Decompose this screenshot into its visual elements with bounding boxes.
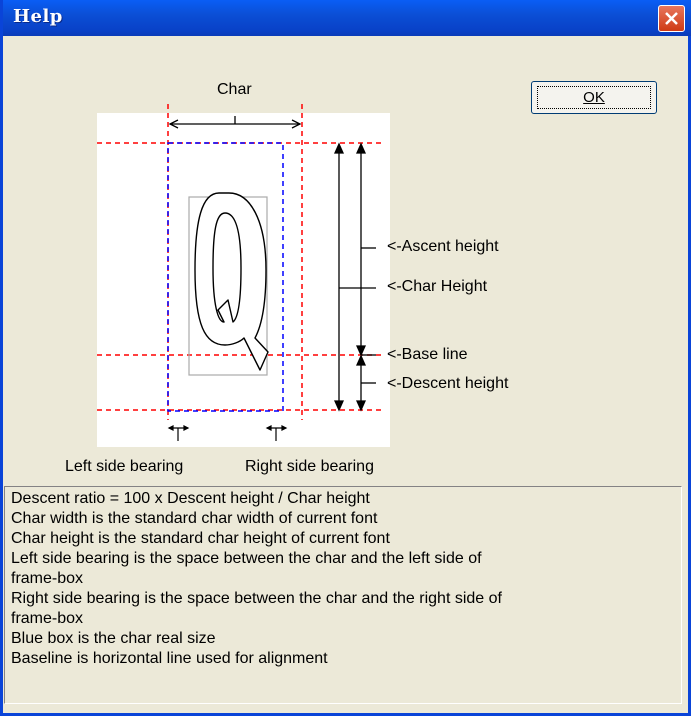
description-line: frame-box xyxy=(11,610,84,627)
description-line: Char height is the standard char height … xyxy=(11,530,390,547)
description-line: Left side bearing is the space between t… xyxy=(11,550,482,567)
description-line: Descent ratio = 100 x Descent height / C… xyxy=(11,490,370,507)
description-line: Right side bearing is the space between … xyxy=(11,590,502,607)
description-textbox[interactable]: Descent ratio = 100 x Descent height / C… xyxy=(4,486,682,704)
char-label: Char xyxy=(217,81,252,98)
glyph-q xyxy=(194,192,269,371)
description-line: Blue box is the char real size xyxy=(11,630,216,647)
char-width-arrow xyxy=(168,116,302,129)
description-line: Baseline is horizontal line used for ali… xyxy=(11,650,328,667)
base-line-label: <-Base line xyxy=(387,346,468,363)
description-line: Char width is the standard char width of… xyxy=(11,510,378,527)
descent-height-label: <-Descent height xyxy=(387,375,509,392)
ascent-height-label: <-Ascent height xyxy=(387,238,499,255)
bearing-markers xyxy=(167,425,288,441)
right-side-bearing-label: Right side bearing xyxy=(245,458,374,475)
ok-label: OK xyxy=(583,89,605,106)
char-height-label: <-Char Height xyxy=(387,278,488,295)
vertical-arrows xyxy=(333,142,376,412)
description-line: frame-box xyxy=(11,570,84,587)
left-side-bearing-label: Left side bearing xyxy=(65,458,184,475)
ok-button[interactable]: OK xyxy=(531,81,657,114)
